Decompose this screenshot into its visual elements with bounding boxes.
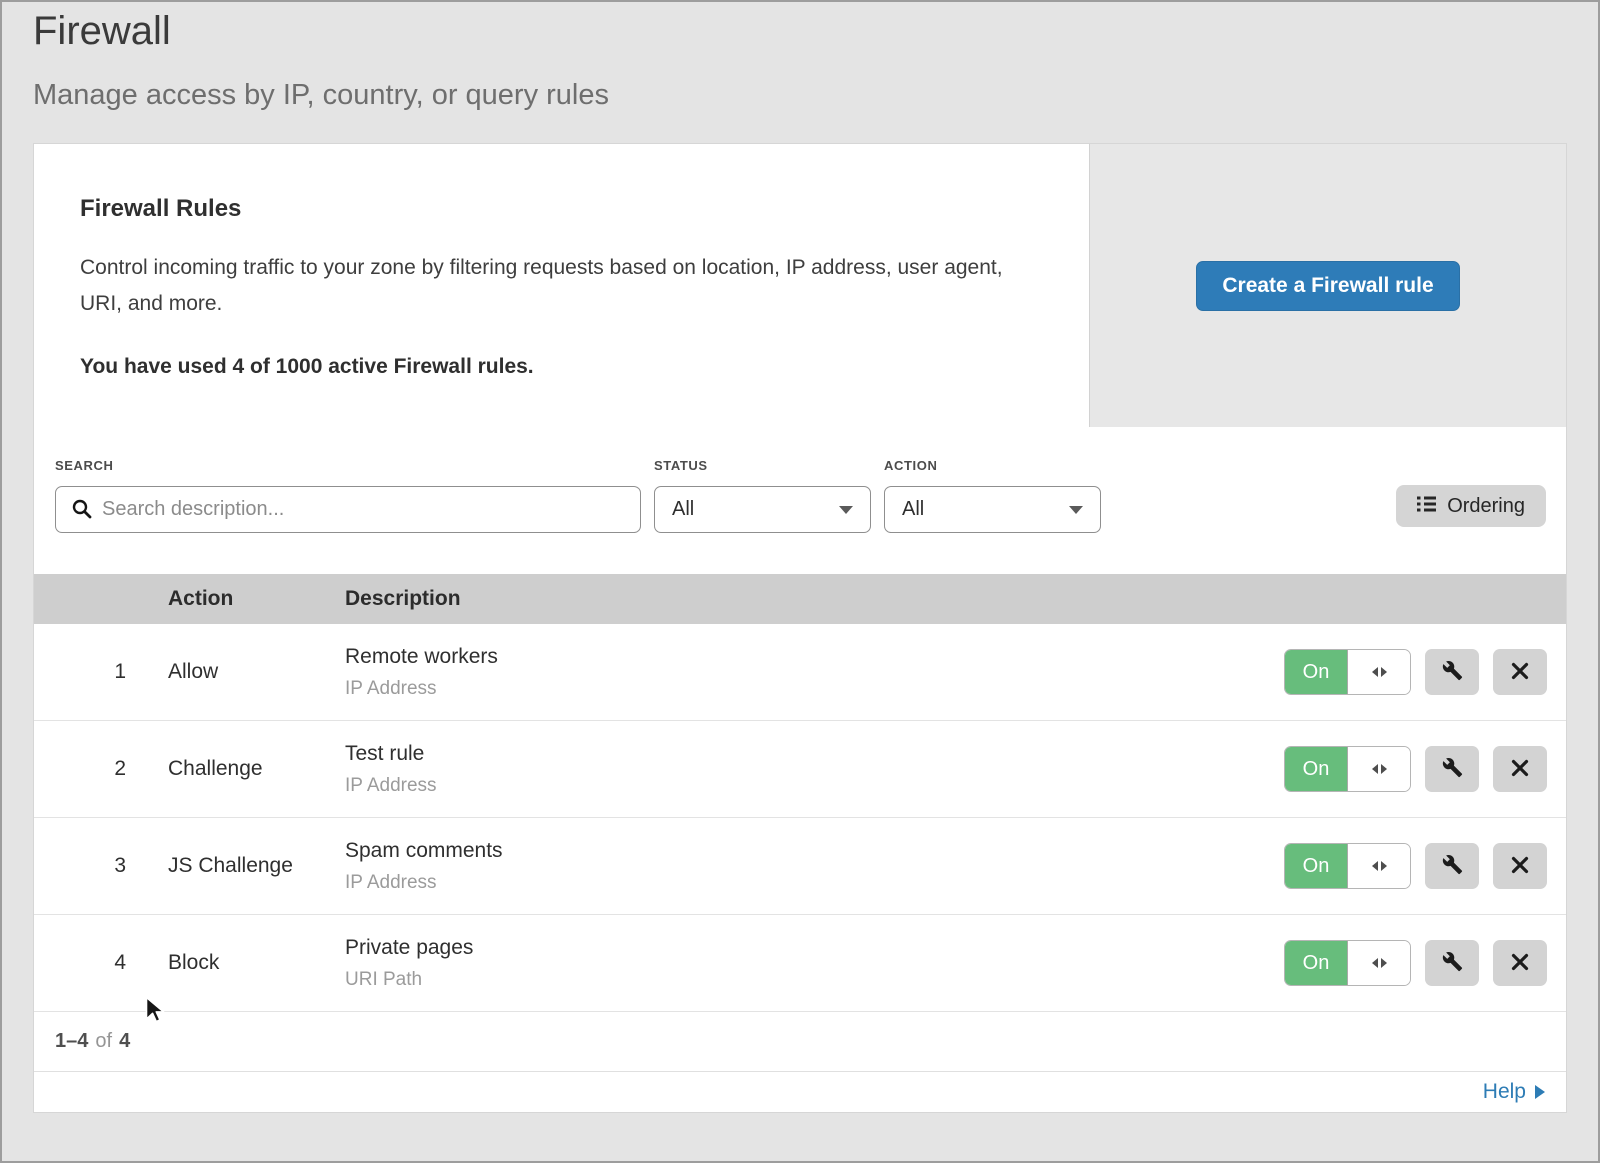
rule-action: JS Challenge <box>168 854 345 878</box>
overview-description: Control incoming traffic to your zone by… <box>80 250 1029 322</box>
rule-action: Block <box>168 951 345 975</box>
wrench-icon <box>1442 951 1463 975</box>
toggle-on-label: On <box>1285 650 1348 694</box>
rule-description: Test rule <box>345 742 1266 766</box>
x-icon <box>1511 856 1529 877</box>
edit-rule-button[interactable] <box>1425 843 1479 889</box>
table-row: 1 Allow Remote workers IP Address On <box>34 624 1566 721</box>
status-filter-group: STATUS All <box>654 458 871 533</box>
table-row: 2 Challenge Test rule IP Address On <box>34 721 1566 818</box>
help-link[interactable]: Help <box>1483 1080 1545 1104</box>
overview-action-panel: Create a Firewall rule <box>1089 144 1566 427</box>
rule-criteria: IP Address <box>345 775 1266 797</box>
firewall-page: { "colors": { "accent_blue": "#2e7cb8", … <box>0 0 1600 1163</box>
delete-rule-button[interactable] <box>1493 843 1547 889</box>
pagination-row: 1–4 of 4 <box>34 1012 1566 1072</box>
edit-rule-button[interactable] <box>1425 746 1479 792</box>
left-right-arrows-icon <box>1348 650 1410 694</box>
overview-text-panel: Firewall Rules Control incoming traffic … <box>34 144 1089 427</box>
column-header-action: Action <box>168 587 345 611</box>
action-filter-group: ACTION All <box>884 458 1101 533</box>
wrench-icon <box>1442 854 1463 878</box>
search-field-wrap <box>55 486 641 533</box>
firewall-rules-card: Firewall Rules Control incoming traffic … <box>33 143 1567 1113</box>
page-header: Firewall Manage access by IP, country, o… <box>2 2 1598 112</box>
rule-priority: 4 <box>34 951 168 975</box>
page-subtitle: Manage access by IP, country, or query r… <box>33 78 1567 112</box>
status-label: STATUS <box>654 458 871 473</box>
table-row: 3 JS Challenge Spam comments IP Address … <box>34 818 1566 915</box>
rule-description-cell: Private pages URI Path <box>345 936 1266 991</box>
rule-enabled-toggle[interactable]: On <box>1284 843 1411 889</box>
delete-rule-button[interactable] <box>1493 940 1547 986</box>
table-header: Action Description <box>34 574 1566 624</box>
status-selected-value: All <box>672 498 694 521</box>
overview-usage: You have used 4 of 1000 active Firewall … <box>80 355 1029 379</box>
wrench-icon <box>1442 660 1463 684</box>
delete-rule-button[interactable] <box>1493 746 1547 792</box>
pagination-separator: of <box>95 1030 112 1053</box>
ordering-button-label: Ordering <box>1447 495 1525 518</box>
edit-rule-button[interactable] <box>1425 649 1479 695</box>
create-firewall-rule-button[interactable]: Create a Firewall rule <box>1196 261 1459 311</box>
rule-action: Challenge <box>168 757 345 781</box>
action-label: ACTION <box>884 458 1101 473</box>
rule-priority: 3 <box>34 854 168 878</box>
rule-enabled-toggle[interactable]: On <box>1284 649 1411 695</box>
rule-enabled-toggle[interactable]: On <box>1284 940 1411 986</box>
rule-description: Private pages <box>345 936 1266 960</box>
rule-action: Allow <box>168 660 345 684</box>
chevron-down-icon <box>839 506 853 514</box>
overview-heading: Firewall Rules <box>80 195 1029 223</box>
rule-enabled-toggle[interactable]: On <box>1284 746 1411 792</box>
left-right-arrows-icon <box>1348 844 1410 888</box>
filters-bar: SEARCH STATUS All ACTION All <box>34 427 1566 574</box>
delete-rule-button[interactable] <box>1493 649 1547 695</box>
page-title: Firewall <box>33 8 1567 54</box>
help-link-label: Help <box>1483 1080 1526 1104</box>
rule-description-cell: Remote workers IP Address <box>345 645 1266 700</box>
toggle-on-label: On <box>1285 941 1348 985</box>
arrow-right-icon <box>1535 1085 1545 1099</box>
ordered-list-icon <box>1417 495 1436 518</box>
rule-criteria: IP Address <box>345 678 1266 700</box>
rule-controls: On <box>1266 746 1566 792</box>
edit-rule-button[interactable] <box>1425 940 1479 986</box>
left-right-arrows-icon <box>1348 941 1410 985</box>
toggle-on-label: On <box>1285 844 1348 888</box>
search-input[interactable] <box>55 486 641 533</box>
rule-controls: On <box>1266 843 1566 889</box>
x-icon <box>1511 759 1529 780</box>
overview-section: Firewall Rules Control incoming traffic … <box>34 144 1566 427</box>
rule-description: Spam comments <box>345 839 1266 863</box>
rule-priority: 2 <box>34 757 168 781</box>
rule-description-cell: Test rule IP Address <box>345 742 1266 797</box>
toggle-on-label: On <box>1285 747 1348 791</box>
wrench-icon <box>1442 757 1463 781</box>
search-filter-group: SEARCH <box>55 458 641 533</box>
rule-priority: 1 <box>34 660 168 684</box>
status-select[interactable]: All <box>654 486 871 533</box>
rule-description-cell: Spam comments IP Address <box>345 839 1266 894</box>
search-label: SEARCH <box>55 458 641 473</box>
pagination-range: 1–4 <box>55 1030 88 1053</box>
rule-controls: On <box>1266 649 1566 695</box>
rule-criteria: URI Path <box>345 969 1266 991</box>
search-icon <box>72 499 92 524</box>
help-row: Help <box>34 1072 1566 1112</box>
chevron-down-icon <box>1069 506 1083 514</box>
pagination-total: 4 <box>119 1030 130 1053</box>
x-icon <box>1511 953 1529 974</box>
x-icon <box>1511 662 1529 683</box>
table-row: 4 Block Private pages URI Path On <box>34 915 1566 1012</box>
ordering-button[interactable]: Ordering <box>1396 485 1546 527</box>
action-select[interactable]: All <box>884 486 1101 533</box>
action-selected-value: All <box>902 498 924 521</box>
column-header-description: Description <box>345 587 1266 611</box>
rule-description: Remote workers <box>345 645 1266 669</box>
rule-controls: On <box>1266 940 1566 986</box>
left-right-arrows-icon <box>1348 747 1410 791</box>
rule-criteria: IP Address <box>345 872 1266 894</box>
